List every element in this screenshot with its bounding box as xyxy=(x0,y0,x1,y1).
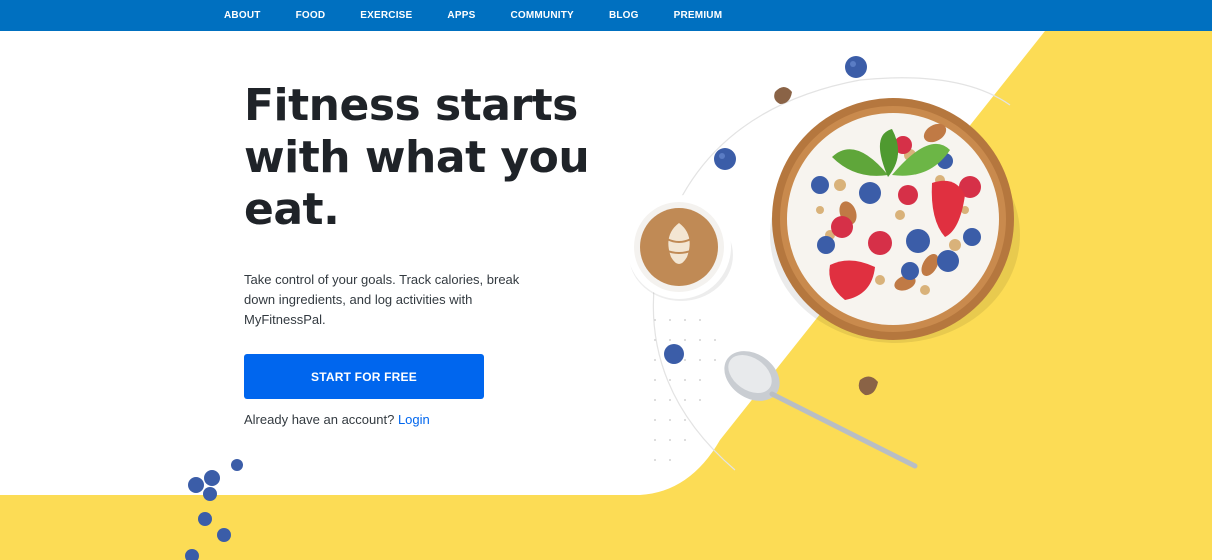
start-for-free-button[interactable]: START FOR FREE xyxy=(244,354,484,399)
nav-apps-link[interactable]: APPS xyxy=(447,10,475,21)
nav-exercise-link[interactable]: EXERCISE xyxy=(360,10,412,21)
nav-community-link[interactable]: COMMUNITY xyxy=(510,10,573,21)
hero-headline: Fitness starts with what you eat. xyxy=(244,80,604,236)
nav-about-link[interactable]: ABOUT xyxy=(224,10,261,21)
headline-line-3: eat. xyxy=(244,184,340,235)
headline-line-1: Fitness starts xyxy=(244,80,578,131)
account-prompt: Already have an account? Login xyxy=(244,412,624,427)
hero-section: Fitness starts with what you eat. Take c… xyxy=(244,80,624,427)
top-nav: ABOUT FOOD EXERCISE APPS COMMUNITY BLOG … xyxy=(0,0,1212,31)
nav-blog-link[interactable]: BLOG xyxy=(609,10,639,21)
nav-premium-link[interactable]: PREMIUM xyxy=(674,10,723,21)
headline-line-2: with what you xyxy=(244,132,590,183)
account-prompt-text: Already have an account? xyxy=(244,412,395,427)
login-link[interactable]: Login xyxy=(398,412,430,427)
hero-subtext: Take control of your goals. Track calori… xyxy=(244,272,520,327)
nav-food-link[interactable]: FOOD xyxy=(296,10,326,21)
